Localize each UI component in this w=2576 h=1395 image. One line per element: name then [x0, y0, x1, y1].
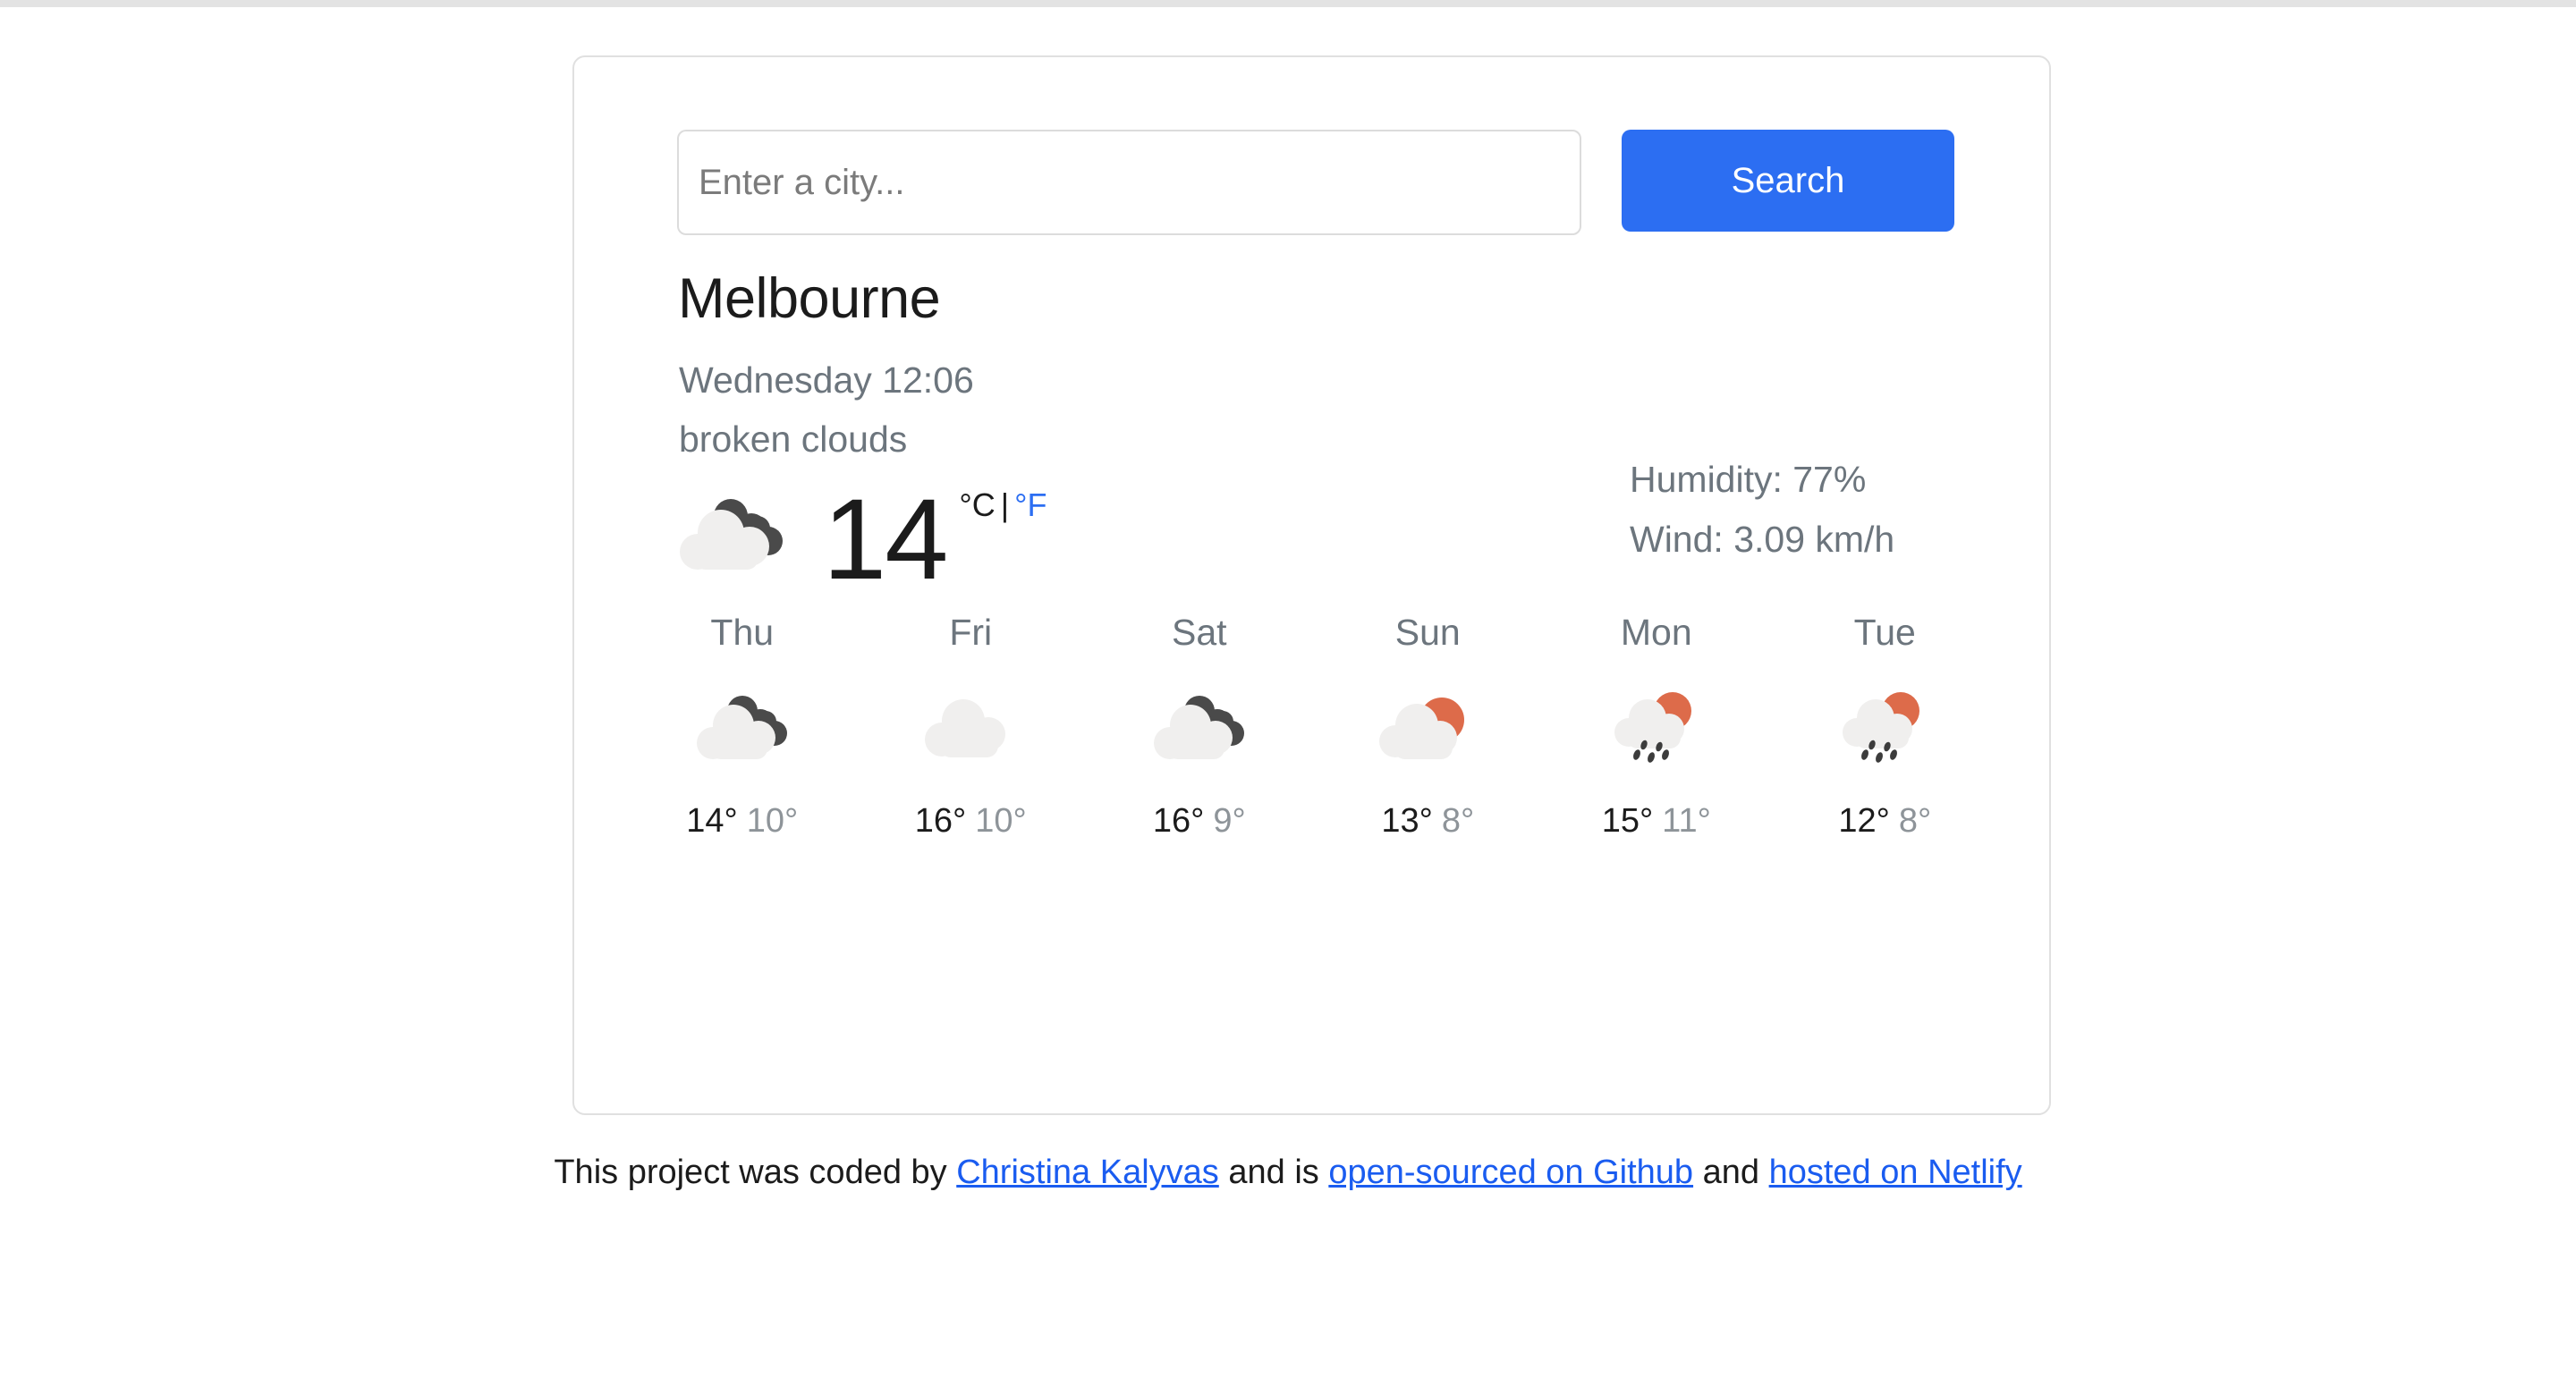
- forecast-max: 12°: [1838, 802, 1890, 840]
- forecast-day: Sun 13° 8°: [1314, 612, 1543, 841]
- forecast-day-name: Thu: [710, 612, 775, 653]
- footer-middle: and is: [1218, 1154, 1329, 1191]
- current-description: broken clouds: [679, 418, 908, 460]
- top-browser-strip: [0, 0, 2576, 7]
- current-temperature-block: 14 °C | °F: [674, 478, 1301, 603]
- forecast-max: 16°: [914, 802, 967, 840]
- broken-clouds-icon: [689, 681, 796, 779]
- forecast-min: 11°: [1662, 802, 1711, 840]
- forecast-day: Sat 16° 9°: [1085, 612, 1314, 841]
- author-link[interactable]: Christina Kalyvas: [956, 1154, 1219, 1191]
- current-temperature-value: 14: [823, 476, 948, 604]
- forecast-day: Fri 16° 10°: [857, 612, 1086, 841]
- sun-behind-cloud-icon: [1374, 681, 1481, 779]
- forecast-day-name: Sun: [1394, 612, 1461, 653]
- wind-value: Wind: 3.09 km/h: [1630, 519, 1895, 560]
- unit-separator: |: [1000, 486, 1010, 523]
- forecast-day-name: Mon: [1620, 612, 1692, 653]
- forecast-temps: 12° 8°: [1838, 802, 1931, 841]
- forecast-min: 10°: [746, 802, 799, 840]
- celsius-link[interactable]: °C: [959, 486, 995, 523]
- city-name: Melbourne: [678, 267, 941, 330]
- forecast-temps: 16° 9°: [1153, 802, 1246, 841]
- search-button[interactable]: Search: [1622, 130, 1954, 232]
- sun-cloud-rain-icon: [1603, 681, 1710, 779]
- forecast-min: 8°: [1898, 802, 1932, 840]
- footer: This project was coded by Christina Kaly…: [0, 1154, 2576, 1192]
- fahrenheit-link[interactable]: °F: [1014, 486, 1046, 523]
- forecast-max: 16°: [1152, 802, 1205, 840]
- search-input[interactable]: [677, 130, 1581, 235]
- forecast-temps: 15° 11°: [1602, 802, 1711, 841]
- forecast-day-name: Fri: [949, 612, 993, 653]
- current-conditions: Humidity: 77% Wind: 3.09 km/h: [1630, 461, 1894, 581]
- forecast-temps: 16° 10°: [915, 802, 1027, 841]
- weather-card: Search Melbourne Wednesday 12:06 broken …: [572, 55, 2051, 1115]
- forecast-day-name: Tue: [1853, 612, 1916, 653]
- forecast-temps: 14° 10°: [686, 802, 798, 841]
- footer-prefix: This project was coded by: [554, 1154, 957, 1191]
- forecast-row: Thu 14° 10° Fri 16° 10° Sat 16° 9° Sun 1…: [628, 612, 1999, 841]
- forecast-min: 10°: [975, 802, 1027, 840]
- forecast-temps: 13° 8°: [1381, 802, 1474, 841]
- search-row: Search: [677, 130, 1954, 235]
- sun-cloud-rain-icon: [1831, 681, 1938, 779]
- broken-clouds-icon: [1146, 681, 1253, 779]
- netlify-link[interactable]: hosted on Netlify: [1769, 1154, 2022, 1191]
- unit-toggle: °C | °F: [959, 486, 1046, 524]
- forecast-min: 9°: [1213, 802, 1246, 840]
- forecast-max: 15°: [1601, 802, 1654, 840]
- forecast-day: Thu 14° 10°: [628, 612, 857, 841]
- forecast-max: 14°: [686, 802, 738, 840]
- humidity-value: Humidity: 77%: [1630, 459, 1867, 500]
- cloud-icon: [917, 681, 1024, 779]
- current-datetime: Wednesday 12:06: [679, 359, 974, 401]
- forecast-max: 13°: [1381, 802, 1433, 840]
- page-body: Search Melbourne Wednesday 12:06 broken …: [0, 7, 2576, 1395]
- forecast-day: Tue 12° 8°: [1771, 612, 2000, 841]
- forecast-day: Mon 15° 11°: [1542, 612, 1771, 841]
- footer-middle-2: and: [1693, 1154, 1769, 1191]
- github-link[interactable]: open-sourced on Github: [1328, 1154, 1693, 1191]
- broken-clouds-icon: [674, 491, 800, 589]
- forecast-day-name: Sat: [1171, 612, 1227, 653]
- forecast-min: 8°: [1441, 802, 1475, 840]
